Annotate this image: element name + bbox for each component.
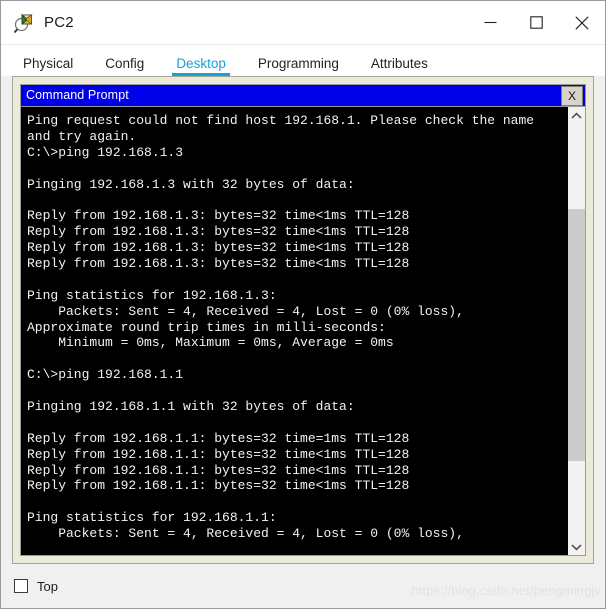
terminal-line: Reply from 192.168.1.3: bytes=32 time<1m… (27, 256, 410, 272)
terminal-line: Reply from 192.168.1.3: bytes=32 time<1m… (27, 224, 410, 240)
command-prompt-title: Command Prompt (26, 88, 129, 103)
terminal-scrollbar[interactable] (567, 107, 585, 555)
terminal-line: Reply from 192.168.1.1: bytes=32 time=1m… (27, 430, 410, 446)
window-title: PC2 (44, 14, 74, 31)
pc2-window: PC2 Physical Config Desktop Programming … (0, 0, 606, 609)
footer-bar: Top https://blog.csdn.net/pengmingjv (1, 564, 605, 608)
scroll-down-button[interactable] (568, 538, 585, 555)
tab-attributes[interactable]: Attributes (371, 56, 428, 77)
terminal-line: C:\>ping 192.168.1.3 (27, 144, 184, 160)
tab-programming[interactable]: Programming (258, 56, 339, 77)
terminal-line: C:\>ping 192.168.1.1 (27, 367, 184, 383)
desktop-panel: Command Prompt X Ping request could not … (12, 76, 594, 564)
terminal-line: Ping statistics for 192.168.1.1: (27, 510, 277, 526)
terminal-line: Packets: Sent = 4, Received = 4, Lost = … (27, 526, 464, 542)
terminal-line: Ping statistics for 192.168.1.3: (27, 287, 277, 303)
terminal-line: Reply from 192.168.1.3: bytes=32 time<1m… (27, 208, 410, 224)
terminal-line: Reply from 192.168.1.1: bytes=32 time<1m… (27, 446, 410, 462)
scrollbar-track[interactable] (568, 124, 585, 538)
terminal-line: Reply from 192.168.1.3: bytes=32 time<1m… (27, 240, 410, 256)
scrollbar-thumb[interactable] (568, 208, 585, 462)
terminal-line: and try again. (27, 128, 137, 144)
scroll-up-button[interactable] (568, 107, 585, 124)
close-button[interactable] (559, 1, 605, 44)
top-label: Top (37, 578, 58, 594)
terminal-line: Pinging 192.168.1.3 with 32 bytes of dat… (27, 176, 355, 192)
terminal-line: Minimum = 0ms, Maximum = 0ms, Average = … (27, 335, 394, 351)
command-prompt-close-button[interactable]: X (561, 85, 583, 106)
command-prompt-window: Command Prompt X Ping request could not … (20, 84, 586, 556)
terminal-line: Pinging 192.168.1.1 with 32 bytes of dat… (27, 399, 355, 415)
terminal-line: Ping request could not find host 192.168… (27, 113, 535, 128)
terminal-output[interactable]: Ping request could not find host 192.168… (21, 107, 567, 555)
window-controls (467, 1, 605, 44)
command-prompt-title-bar: Command Prompt X (20, 84, 586, 107)
maximize-button[interactable] (513, 1, 559, 44)
top-checkbox[interactable] (14, 579, 28, 593)
command-prompt-body: Ping request could not find host 192.168… (20, 107, 586, 556)
terminal-line: Reply from 192.168.1.1: bytes=32 time<1m… (27, 478, 410, 494)
minimize-button[interactable] (467, 1, 513, 44)
tab-desktop[interactable]: Desktop (172, 56, 230, 77)
terminal-line: Reply from 192.168.1.1: bytes=32 time<1m… (27, 462, 410, 478)
window-title-bar: PC2 (1, 1, 605, 45)
tab-bar: Physical Config Desktop Programming Attr… (1, 45, 605, 76)
pc-inspect-icon (13, 12, 35, 34)
tab-physical[interactable]: Physical (23, 56, 73, 77)
terminal-line: Packets: Sent = 4, Received = 4, Lost = … (27, 303, 464, 319)
watermark-text: https://blog.csdn.net/pengmingjv (411, 583, 601, 598)
tab-config[interactable]: Config (105, 56, 144, 77)
terminal-line: Approximate round trip times in milli-se… (27, 319, 386, 335)
